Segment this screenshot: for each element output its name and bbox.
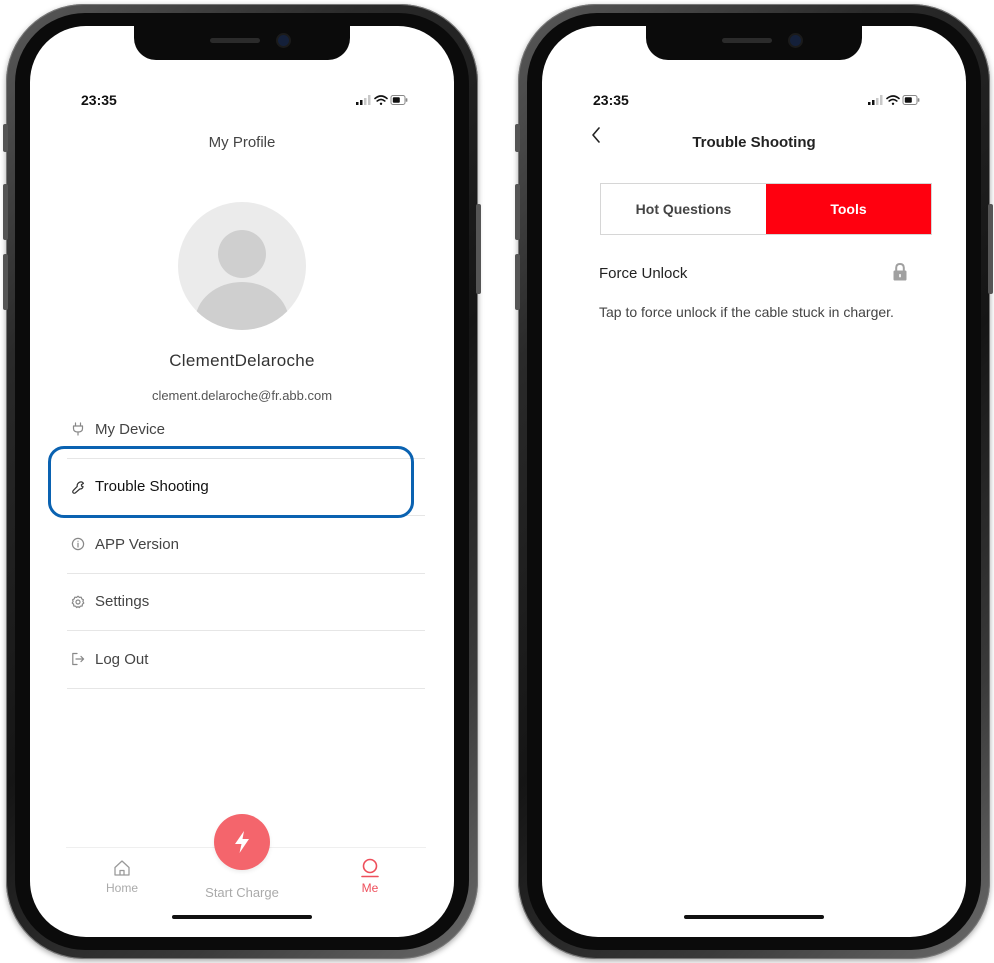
- mute-switch: [3, 124, 8, 152]
- avatar-body: [195, 282, 289, 330]
- status-icons: [868, 95, 920, 105]
- tab-home-label: Home: [105, 881, 138, 895]
- phone-frame-left: 23:35 My Profile ClementDelaroche clemen…: [3, 4, 481, 959]
- menu-item-label: My Device: [95, 420, 166, 438]
- lock-icon[interactable]: [892, 262, 908, 282]
- profile-screen: 23:35 My Profile ClementDelaroche clemen…: [30, 26, 454, 937]
- page-title: Trouble Shooting: [692, 134, 816, 151]
- home-indicator[interactable]: [684, 915, 824, 919]
- lightning-bolt-icon: [235, 831, 249, 853]
- front-camera: [790, 35, 801, 46]
- volume-up-button: [515, 184, 520, 240]
- battery-icon: [902, 95, 920, 105]
- volume-up-button: [3, 184, 8, 240]
- force-unlock-title: Force Unlock: [599, 265, 688, 282]
- info-icon: [71, 536, 95, 552]
- trouble-shooting-screen: 23:35 Trouble Shooting Hot Questions Too…: [542, 26, 966, 937]
- profile-menu: My Device Trouble Shooting APP Version S…: [67, 401, 425, 689]
- menu-item-settings[interactable]: Settings: [67, 574, 425, 631]
- menu-item-label: Settings: [95, 593, 150, 611]
- power-button: [988, 204, 993, 294]
- front-camera: [278, 35, 289, 46]
- menu-item-label: APP Version: [95, 535, 179, 553]
- home-indicator[interactable]: [172, 915, 312, 919]
- volume-down-button: [3, 254, 8, 310]
- notch: [646, 26, 862, 60]
- signal-icon: [356, 95, 371, 105]
- start-charge-button[interactable]: [214, 814, 270, 870]
- person-icon: [361, 858, 379, 878]
- avatar[interactable]: [178, 202, 306, 330]
- power-button: [476, 204, 481, 294]
- avatar-head: [218, 230, 266, 278]
- segmented-control: Hot Questions Tools: [600, 183, 932, 235]
- logout-icon: [71, 651, 95, 667]
- signal-icon: [868, 95, 883, 105]
- tab-home[interactable]: Home: [90, 858, 154, 895]
- menu-item-label: Log Out: [95, 650, 149, 668]
- tab-me-label: Me: [361, 881, 379, 895]
- battery-icon: [390, 95, 408, 105]
- menu-item-log-out[interactable]: Log Out: [67, 631, 425, 689]
- home-icon: [114, 860, 130, 876]
- force-unlock-description: Tap to force unlock if the cable stuck i…: [599, 304, 894, 320]
- tab-hot-questions[interactable]: Hot Questions: [601, 184, 766, 234]
- status-time: 23:35: [81, 92, 117, 108]
- page-title: My Profile: [208, 134, 276, 151]
- tab-me[interactable]: Me: [338, 858, 402, 895]
- wifi-icon: [886, 95, 900, 105]
- user-name: ClementDelaroche: [169, 351, 315, 370]
- notch: [134, 26, 350, 60]
- speaker-grille: [210, 38, 260, 43]
- status-time: 23:35: [593, 92, 629, 108]
- trouble-shooting-highlight: [48, 446, 414, 518]
- tab-tools[interactable]: Tools: [766, 184, 931, 234]
- volume-down-button: [515, 254, 520, 310]
- gear-icon: [71, 594, 95, 610]
- wifi-icon: [374, 95, 388, 105]
- menu-item-app-version[interactable]: APP Version: [67, 516, 425, 574]
- plug-icon: [71, 421, 95, 437]
- status-icons: [356, 95, 408, 105]
- start-charge-label: Start Charge: [205, 885, 279, 900]
- speaker-grille: [722, 38, 772, 43]
- mute-switch: [515, 124, 520, 152]
- phone-frame-right: 23:35 Trouble Shooting Hot Questions Too…: [515, 4, 993, 959]
